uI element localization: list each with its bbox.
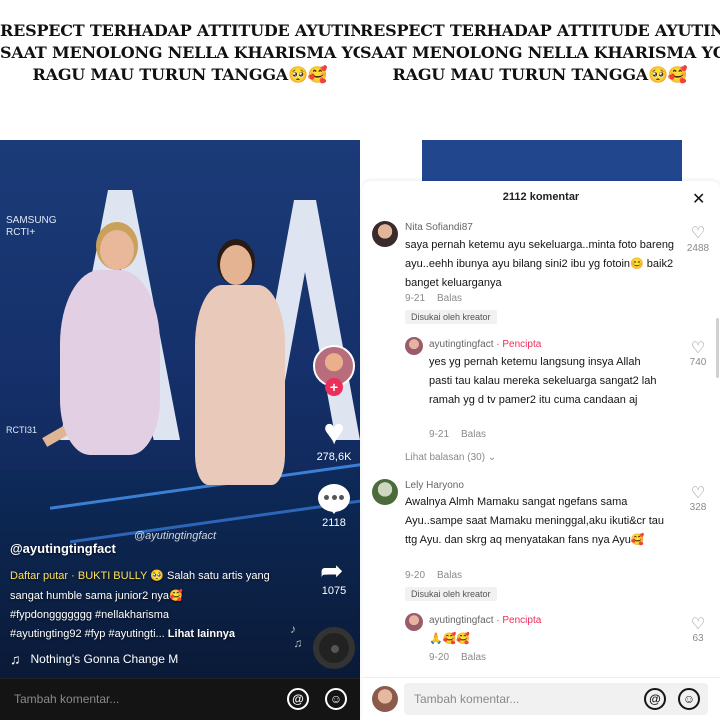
like-count: 278,6K (316, 451, 352, 463)
comment-author[interactable]: ayutingtingfact · Pencipta (429, 615, 541, 626)
comment-like-icon[interactable]: ♡ (688, 223, 708, 243)
comment-button[interactable] (318, 484, 350, 514)
performer-right (185, 245, 295, 515)
comment-like-icon[interactable]: ♡ (688, 614, 708, 634)
emoji-icon[interactable]: ☺ (678, 688, 700, 710)
comment-bubble-icon (324, 495, 344, 501)
share-button[interactable]: ➦ (320, 554, 343, 587)
headline-line-1: RESPECT TERHADAP ATTITUDE AYUTINGTING (0, 21, 360, 40)
reply-button[interactable]: Balas (437, 570, 462, 581)
comment-author[interactable]: Lely Haryono (405, 480, 464, 491)
playlist-link[interactable]: Daftar putar · BUKTI BULLY 🥺 (10, 569, 167, 582)
music-note-icon: ♫ (10, 651, 21, 667)
comment-meta: 9-21 Balas (429, 429, 486, 440)
reply-button[interactable]: Balas (461, 429, 486, 440)
performer-left (40, 230, 160, 490)
headline-left: RESPECT TERHADAP ATTITUDE AYUTINGTING SA… (0, 20, 360, 86)
mention-icon[interactable]: @ (644, 688, 666, 710)
headline-line-2: SAAT MENOLONG NELLA KHARISMA YG (360, 43, 720, 62)
see-more-link[interactable]: Lihat lainnya (168, 628, 235, 640)
avatar[interactable] (372, 479, 398, 505)
caption-hashtags-2[interactable]: #ayutingting92 #fyp #ayutingti... (10, 628, 165, 640)
comment-like-icon[interactable]: ♡ (688, 483, 708, 503)
comment-meta: 9-20 Balas (429, 652, 486, 663)
share-arrow-icon: ➦ (320, 555, 344, 586)
comment-like-count: 63 (692, 633, 704, 644)
comment-like-count: 740 (689, 357, 707, 368)
creator-tag: · Pencipta (496, 615, 542, 626)
comment-input-placeholder[interactable]: Tambah komentar... (14, 692, 119, 706)
avatar[interactable] (372, 221, 398, 247)
emoji-icon[interactable]: ☺ (325, 688, 347, 710)
reply-button[interactable]: Balas (437, 293, 462, 304)
comment-input[interactable]: Tambah komentar... @ ☺ (404, 683, 708, 715)
avatar[interactable] (405, 337, 423, 355)
headline-right: RESPECT TERHADAP ATTITUDE AYUTINGTING SA… (360, 20, 720, 86)
headline-line-1: RESPECT TERHADAP ATTITUDE AYUTINGTING (360, 21, 720, 40)
comment-scrollbar[interactable] (716, 318, 719, 378)
view-replies-link[interactable]: Lihat balasan (30) ⌄ (405, 452, 496, 463)
close-icon[interactable]: ✕ (692, 189, 705, 209)
comment-date: 9-20 (405, 570, 426, 581)
screen-channel-text: RCTI+ (6, 227, 36, 238)
share-count: 1075 (321, 585, 347, 597)
follow-plus-icon[interactable]: + (325, 378, 343, 396)
comment-author[interactable]: Nita Sofiandi87 (405, 222, 473, 233)
comment-text: yes yg pernah ketemu langsung insya Alla… (429, 356, 657, 406)
heart-icon: ♥ (323, 411, 345, 452)
headline-emoji: 🥺🥰 (288, 65, 328, 84)
comment-meta: 9-21 Balas (405, 293, 462, 304)
right-comment-bar: Tambah komentar... @ ☺ (362, 677, 720, 720)
playlist-label: Daftar putar · BUKTI BULLY (10, 570, 148, 582)
headline-line-3: RAGU MAU TURUN TANGGA (392, 65, 649, 84)
music-disc[interactable] (313, 627, 355, 669)
video-watermark: @ayutingtingfact (134, 530, 217, 542)
comment-sheet: 2112 komentar ✕ Nita Sofiandi87 saya per… (362, 181, 720, 720)
left-comment-bar[interactable]: Tambah komentar... @ ☺ (0, 678, 360, 720)
avatar (372, 686, 398, 712)
comment-meta: 9-20 Balas (405, 570, 462, 581)
background-video-strip (360, 140, 720, 185)
video-caption: Daftar putar · BUKTI BULLY 🥺 Salah satu … (10, 569, 270, 640)
creator-tag: · Pencipta (496, 339, 542, 350)
reply-button[interactable]: Balas (461, 652, 486, 663)
like-button[interactable]: ♥ (314, 414, 354, 450)
mention-icon[interactable]: @ (287, 688, 309, 710)
comment-input-placeholder: Tambah komentar... (414, 692, 520, 706)
screen-brand-text: SAMSUNG (6, 215, 57, 226)
comment-like-count: 328 (689, 502, 707, 513)
comment-author[interactable]: ayutingtingfact · Pencipta (429, 339, 541, 350)
screen-channel-text-2: RCTI31 (6, 425, 38, 435)
comment-date: 9-21 (429, 429, 450, 440)
comment-date: 9-20 (429, 652, 450, 663)
headline-banner: RESPECT TERHADAP ATTITUDE AYUTINGTING SA… (0, 0, 720, 140)
music-title: Nothing's Gonna Change M (30, 652, 179, 666)
caption-hashtags-1[interactable]: #fypdonggggggg #nellakharisma (10, 609, 169, 621)
liked-by-creator-badge: Disukai oleh kreator (405, 587, 497, 601)
headline-emoji: 🥺🥰 (648, 65, 688, 84)
music-ticker[interactable]: ♫ Nothing's Gonna Change M (10, 651, 178, 667)
comment-date: 9-21 (405, 293, 426, 304)
comment-text: 🙏🥰🥰 (429, 632, 471, 645)
screenshot-root: RESPECT TERHADAP ATTITUDE AYUTINGTING SA… (0, 0, 720, 720)
comment-like-icon[interactable]: ♡ (688, 338, 708, 358)
comment-count-title: 2112 komentar (502, 191, 580, 203)
video-username[interactable]: @ayutingtingfact (10, 541, 116, 556)
headline-line-3: RAGU MAU TURUN TANGGA (32, 65, 289, 84)
comment-text: saya pernah ketemu ayu sekeluarga..minta… (405, 239, 675, 289)
liked-by-creator-badge: Disukai oleh kreator (405, 310, 497, 324)
headline-line-2: SAAT MENOLONG NELLA KHARISMA YG (0, 43, 360, 62)
comment-text: Awalnya Almh Mamaku sangat ngefans sama … (405, 496, 665, 546)
avatar[interactable] (405, 613, 423, 631)
comment-count: 2118 (322, 517, 346, 529)
comment-like-count: 2488 (686, 243, 710, 254)
